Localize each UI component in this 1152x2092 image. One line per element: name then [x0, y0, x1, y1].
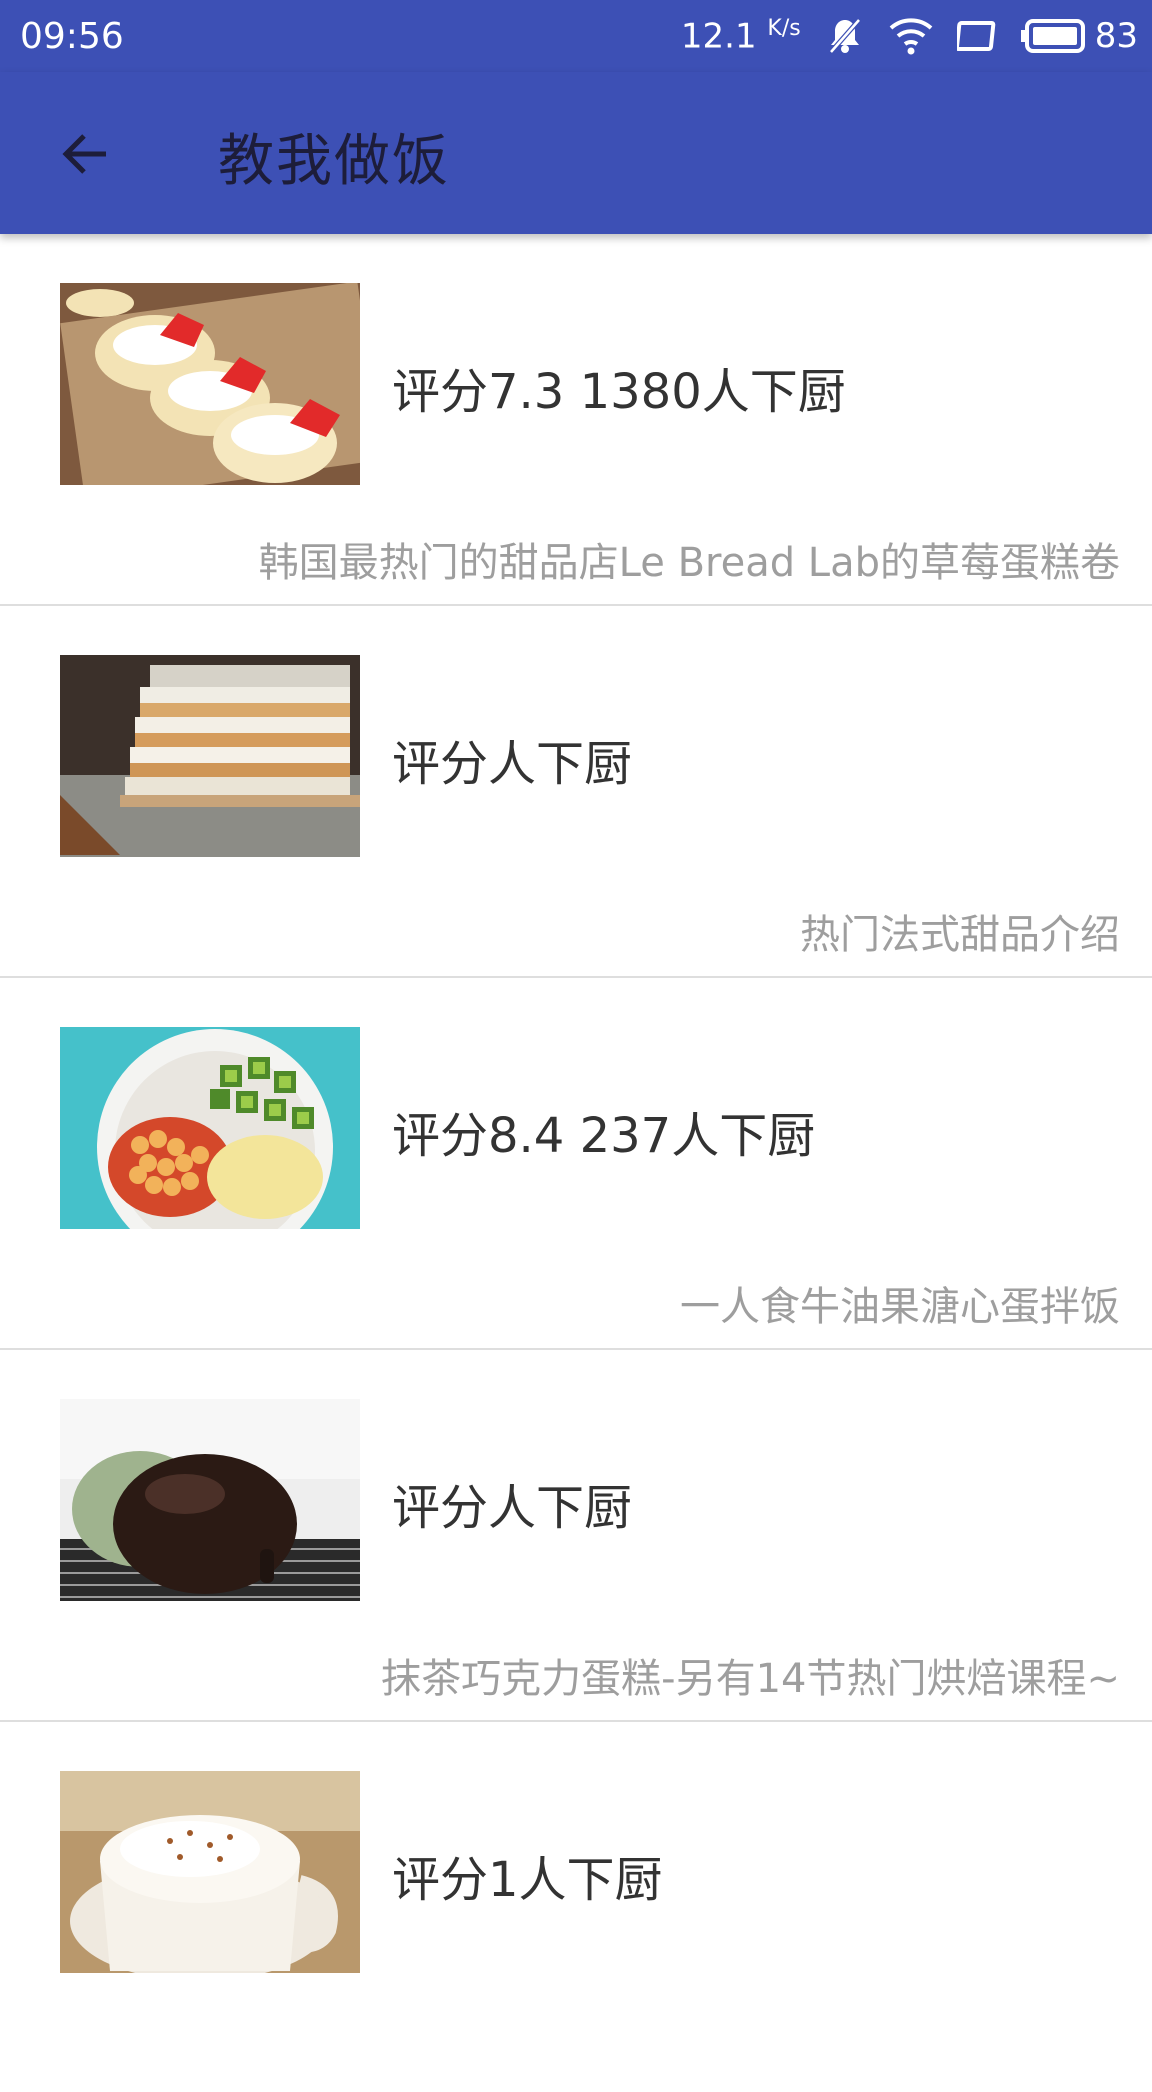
page-title: 教我做饭: [218, 129, 450, 194]
recipe-description: 抹茶巧克力蛋糕-另有14节热门烘焙课程~: [381, 1656, 1120, 1702]
status-time: 09:56: [20, 16, 124, 57]
battery-level: 83: [1094, 16, 1138, 56]
list-item[interactable]: 评分1人下厨: [0, 1722, 1152, 2092]
screen-icon: [956, 18, 997, 54]
recipe-rating: 评分8.4 237人下厨: [392, 1108, 816, 1164]
recipe-rating: 评分人下厨: [392, 736, 633, 792]
recipe-thumbnail: [60, 1771, 360, 1973]
arrow-left-icon: [62, 134, 106, 174]
mute-bell-icon: [825, 16, 865, 56]
recipe-thumbnail: [60, 1027, 360, 1229]
wifi-icon: [889, 16, 933, 56]
recipe-list[interactable]: 评分7.3 1380人下厨 韩国最热门的甜品店Le Bread Lab的草莓蛋糕…: [0, 234, 1152, 2092]
recipe-rating: 评分人下厨: [392, 1480, 633, 1536]
recipe-thumbnail: [60, 283, 360, 485]
status-icons: 12.1 K/s 83: [681, 12, 1138, 60]
recipe-description: 一人食牛油果溏心蛋拌饭: [680, 1284, 1120, 1330]
list-item[interactable]: 评分7.3 1380人下厨 韩国最热门的甜品店Le Bread Lab的草莓蛋糕…: [0, 234, 1152, 606]
recipe-thumbnail: [60, 655, 360, 857]
recipe-thumbnail: [60, 1399, 360, 1601]
recipe-description: 韩国最热门的甜品店Le Bread Lab的草莓蛋糕卷: [258, 540, 1120, 586]
speed-value: 12.1: [680, 16, 757, 57]
back-button[interactable]: [48, 118, 120, 190]
list-item[interactable]: 评分人下厨 热门法式甜品介绍: [0, 606, 1152, 978]
network-speed: 12.1 K/s: [681, 16, 801, 56]
recipe-rating: 评分1人下厨: [392, 1852, 663, 1908]
list-item[interactable]: 评分8.4 237人下厨 一人食牛油果溏心蛋拌饭: [0, 978, 1152, 1350]
recipe-rating: 评分7.3 1380人下厨: [392, 364, 846, 420]
app-toolbar: 教我做饭: [0, 72, 1152, 234]
recipe-description: 热门法式甜品介绍: [800, 912, 1120, 958]
list-item[interactable]: 评分人下厨 抹茶巧克力蛋糕-另有14节热门烘焙课程~: [0, 1350, 1152, 1722]
status-bar: 09:56 12.1 K/s 83: [0, 0, 1152, 72]
speed-unit: K/s: [767, 15, 801, 41]
battery-icon: [1020, 18, 1087, 54]
